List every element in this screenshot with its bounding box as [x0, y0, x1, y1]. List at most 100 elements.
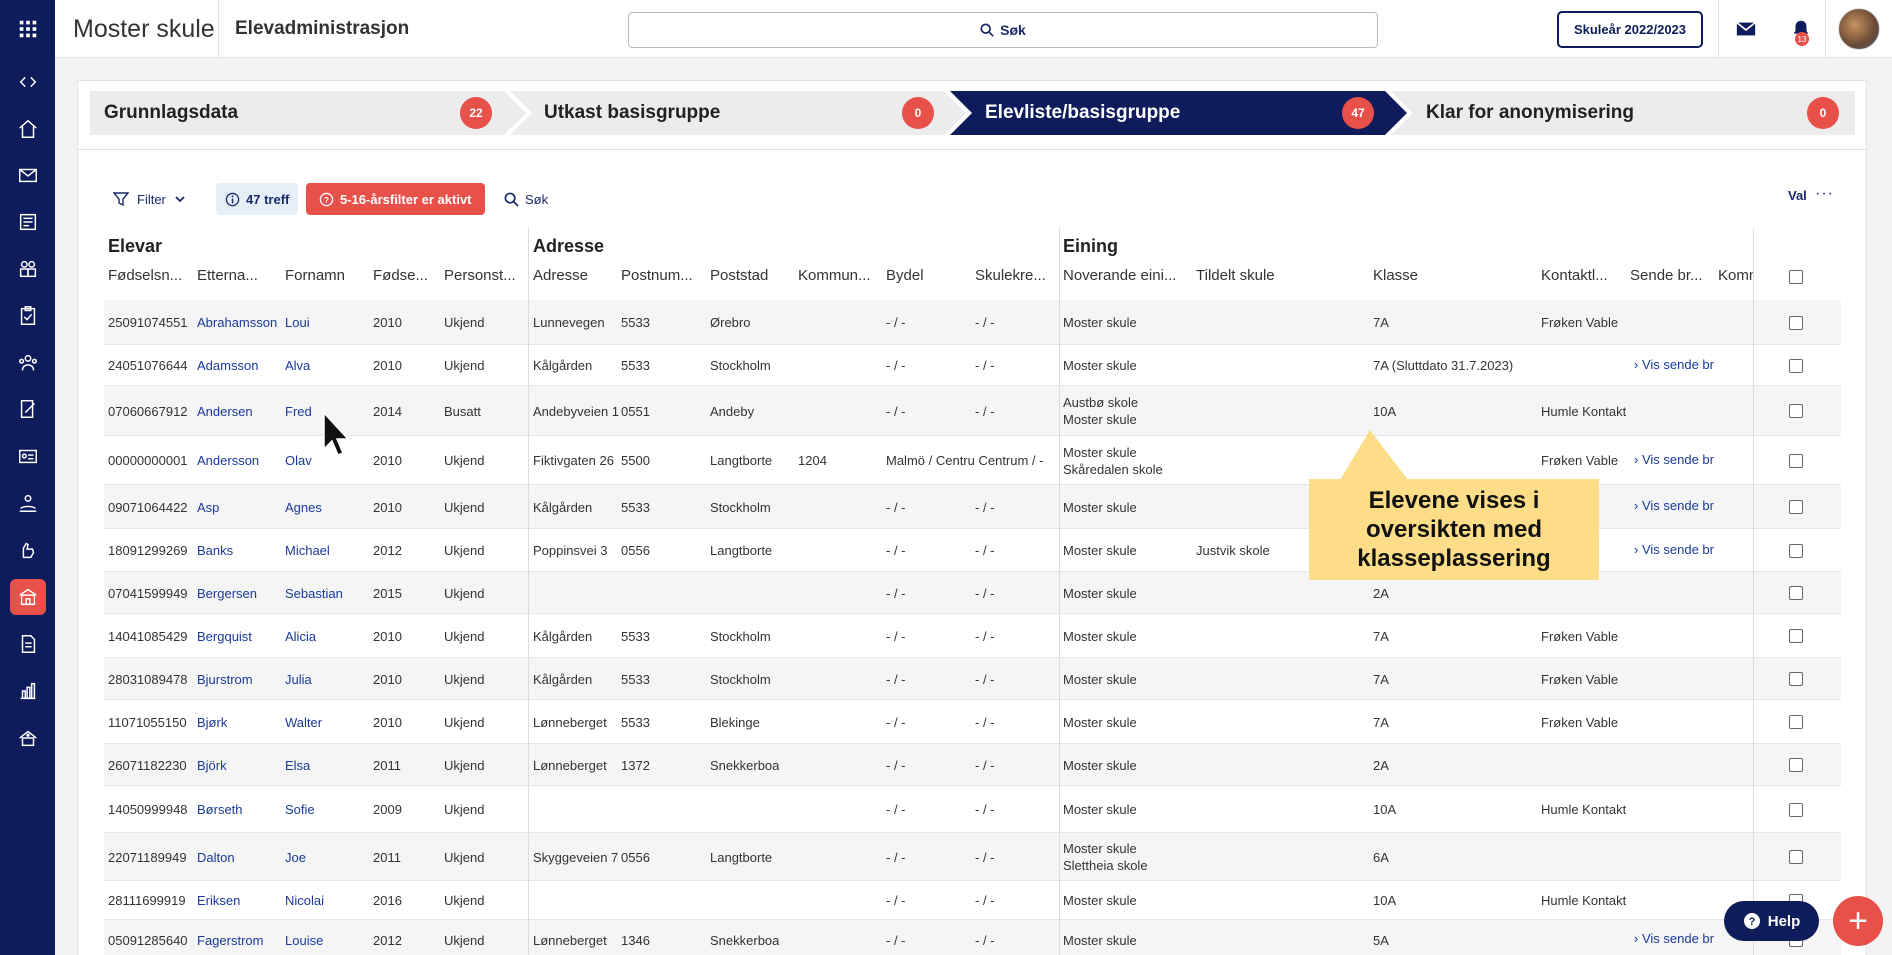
column-header[interactable]: Tildelt skule — [1196, 267, 1366, 284]
apps-icon[interactable] — [10, 11, 46, 47]
avatar[interactable] — [1838, 8, 1880, 50]
cell-etternavn[interactable]: Asp — [197, 499, 219, 516]
send-letter-link[interactable]: › Vis sende br — [1634, 356, 1714, 373]
cell-fornamn[interactable]: Loui — [285, 314, 310, 331]
home-icon[interactable] — [10, 111, 46, 147]
cell-fornamn[interactable]: Walter — [285, 714, 322, 731]
code-toggle-icon[interactable] — [10, 64, 46, 100]
column-header[interactable]: Bydel — [886, 267, 970, 284]
cell-etternavn[interactable]: Andersson — [197, 452, 259, 469]
column-header[interactable]: Kontaktl... — [1541, 267, 1625, 284]
send-letter-link[interactable]: › Vis sende br — [1634, 541, 1714, 558]
cell-etternavn[interactable]: Banks — [197, 542, 233, 559]
column-header[interactable]: Poststad — [710, 267, 794, 284]
send-letter-link[interactable]: › Vis sende br — [1634, 497, 1714, 514]
row-checkbox[interactable] — [1789, 672, 1803, 686]
row-checkbox[interactable] — [1789, 358, 1803, 373]
cell-fornamn[interactable]: Julia — [285, 671, 312, 688]
row-checkbox[interactable] — [1789, 453, 1803, 468]
cell-etternavn[interactable]: Børseth — [197, 801, 243, 818]
cell-fornamn[interactable]: Michael — [285, 542, 330, 559]
cell-fornamn[interactable]: Joe — [285, 849, 306, 866]
cell-fornamn[interactable]: Sofie — [285, 801, 315, 818]
cell-etternavn[interactable]: Abrahamsson — [197, 314, 277, 331]
row-checkbox[interactable] — [1789, 758, 1803, 772]
row-checkbox[interactable] — [1789, 802, 1803, 817]
cell-fornamn[interactable]: Agnes — [285, 499, 322, 516]
help-button[interactable]: ? Help — [1724, 901, 1819, 941]
cell-fornamn[interactable]: Fred — [285, 403, 312, 420]
age-filter-warning-button[interactable]: ? 5-16-årsfilter er aktivt — [306, 183, 485, 215]
person-hand-icon[interactable] — [10, 485, 46, 521]
cell-etternavn[interactable]: Fagerstrom — [197, 932, 263, 949]
id-card-icon[interactable] — [10, 438, 46, 474]
column-header[interactable]: Etterna... — [197, 267, 281, 284]
cell-fornamn[interactable]: Sebastian — [285, 585, 343, 602]
step-klar-for-anonymisering[interactable]: Klar for anonymisering 0 — [1412, 91, 1852, 135]
people-icon[interactable] — [10, 251, 46, 287]
step-elevliste-basisgruppe[interactable]: Elevliste/basisgruppe 47 — [971, 91, 1385, 135]
row-checkbox[interactable] — [1789, 543, 1803, 558]
cell-fornamn[interactable]: Nicolai — [285, 892, 324, 909]
column-header[interactable]: Adresse — [533, 267, 617, 284]
cell-etternavn[interactable]: Bergersen — [197, 585, 257, 602]
row-checkbox[interactable] — [1789, 404, 1803, 418]
send-letter-link[interactable]: › Vis sende br — [1634, 451, 1714, 468]
file-icon[interactable] — [10, 626, 46, 662]
document-edit-icon[interactable] — [10, 391, 46, 427]
global-search-input[interactable]: Søk — [628, 12, 1378, 48]
school-icon[interactable] — [10, 579, 46, 615]
school-year-button[interactable]: Skuleår 2022/2023 — [1557, 11, 1703, 48]
column-header[interactable]: Noverande eini... — [1063, 267, 1191, 284]
column-header[interactable]: Klasse — [1373, 267, 1533, 284]
more-options-icon[interactable]: ··· — [1815, 185, 1834, 203]
hand-icon[interactable] — [10, 532, 46, 568]
cell-fornamn[interactable]: Alva — [285, 357, 310, 374]
cell-etternavn[interactable]: Bjurstrom — [197, 671, 253, 688]
column-header[interactable]: Kommun... — [798, 267, 882, 284]
send-letter-link[interactable]: › Vis sende br — [1634, 930, 1714, 947]
table-row[interactable] — [104, 744, 1841, 786]
add-button[interactable]: + — [1833, 896, 1883, 946]
cell-etternavn[interactable]: Andersen — [197, 403, 253, 420]
row-checkbox[interactable] — [1789, 586, 1803, 600]
cell-etternavn[interactable]: Adamsson — [197, 357, 258, 374]
table-row[interactable] — [104, 345, 1841, 386]
cell-etternavn[interactable]: Bergquist — [197, 628, 252, 645]
row-checkbox[interactable] — [1789, 500, 1803, 514]
cell-etternavn[interactable]: Bjørk — [197, 714, 227, 731]
cell-etternavn[interactable]: Dalton — [197, 849, 235, 866]
cell-fornamn[interactable]: Elsa — [285, 757, 310, 774]
filter-button[interactable]: Filter — [113, 183, 186, 215]
chart-icon[interactable] — [10, 673, 46, 709]
mail-icon[interactable] — [10, 157, 46, 193]
row-checkbox[interactable] — [1789, 850, 1803, 864]
building-icon[interactable] — [10, 720, 46, 756]
group-icon[interactable] — [10, 345, 46, 381]
table-row[interactable] — [104, 920, 1841, 955]
step-utkast-basisgruppe[interactable]: Utkast basisgruppe 0 — [530, 91, 944, 135]
table-search-button[interactable]: Søk — [504, 183, 548, 215]
cell-etternavn[interactable]: Eriksen — [197, 892, 240, 909]
column-header[interactable]: Fødselsn... — [108, 267, 192, 284]
cell-fornamn[interactable]: Alicia — [285, 628, 316, 645]
select-all-checkbox[interactable] — [1789, 270, 1803, 284]
val-button[interactable]: Val — [1788, 188, 1807, 203]
news-icon[interactable] — [10, 204, 46, 240]
column-header[interactable]: Komm — [1718, 267, 1753, 284]
checklist-icon[interactable] — [10, 298, 46, 334]
column-header[interactable]: Sende br... — [1630, 267, 1714, 284]
row-checkbox[interactable] — [1789, 315, 1803, 330]
row-checkbox[interactable] — [1789, 629, 1803, 643]
cell-fornamn[interactable]: Olav — [285, 452, 312, 469]
column-header[interactable]: Skulekre... — [975, 267, 1059, 284]
column-header[interactable]: Personst... — [444, 267, 528, 284]
step-grunnlagsdata[interactable]: Grunnlagsdata 22 — [90, 91, 504, 135]
mail-icon[interactable] — [1733, 16, 1759, 42]
row-checkbox[interactable] — [1789, 715, 1803, 729]
cell-fornamn[interactable]: Louise — [285, 932, 323, 949]
column-header[interactable]: Fornamn — [285, 267, 369, 284]
cell-etternavn[interactable]: Björk — [197, 757, 227, 774]
column-header[interactable]: Postnum... — [621, 267, 705, 284]
column-header[interactable]: Fødse... — [373, 267, 439, 284]
